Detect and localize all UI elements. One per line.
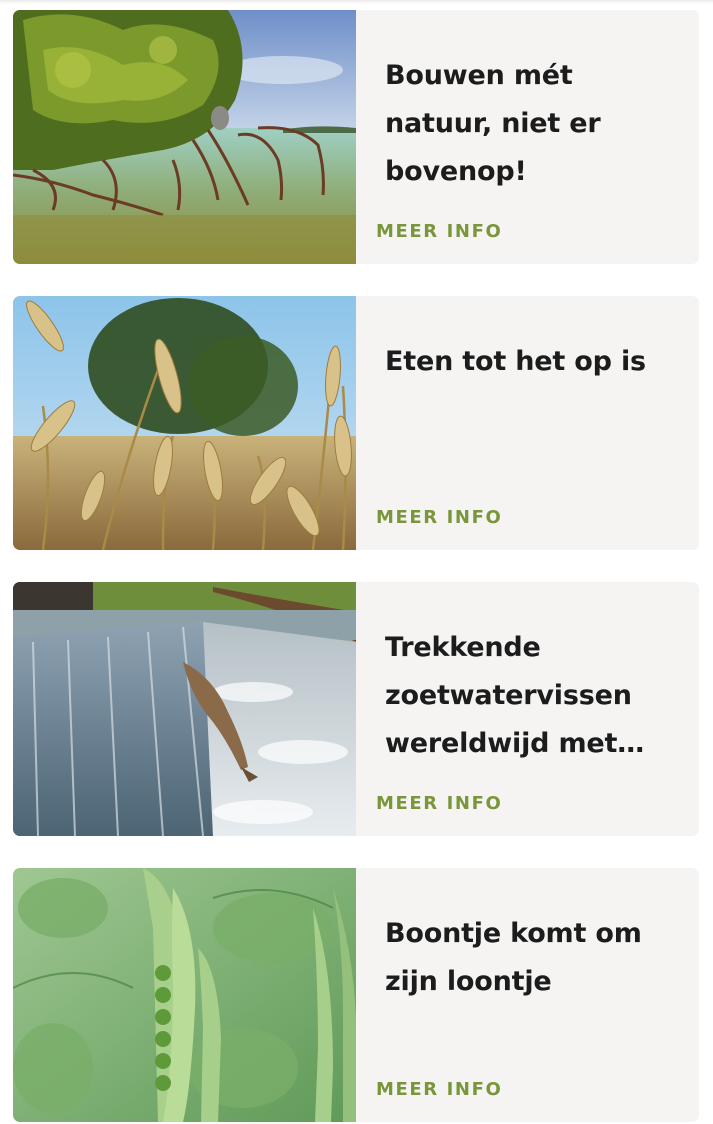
card-title[interactable]: Trekkende zoetwatervissen wereldwijd met… — [385, 624, 679, 768]
more-info-link[interactable]: MEER INFO — [376, 1079, 502, 1100]
more-info-link[interactable]: MEER INFO — [376, 507, 502, 528]
card-body: Eten tot het op is MEER INFO — [356, 296, 699, 550]
wheat-field-photo — [13, 296, 356, 550]
mangrove-coast-photo — [13, 10, 356, 264]
card-image-mangrove[interactable] — [13, 10, 356, 264]
card-image-salmon[interactable] — [13, 582, 356, 836]
more-info-link[interactable]: MEER INFO — [376, 793, 502, 814]
card-image-peas[interactable] — [13, 868, 356, 1122]
article-card[interactable]: Bouwen mét natuur, niet er bovenop! MEER… — [13, 10, 699, 264]
more-info-link[interactable]: MEER INFO — [376, 221, 502, 242]
top-shadow — [0, 0, 713, 4]
article-card[interactable]: Trekkende zoetwatervissen wereldwijd met… — [13, 582, 699, 836]
card-title[interactable]: Bouwen mét natuur, niet er bovenop! — [385, 52, 679, 196]
article-card[interactable]: Boontje komt om zijn loontje MEER INFO — [13, 868, 699, 1122]
article-card[interactable]: Eten tot het op is MEER INFO — [13, 296, 699, 550]
card-body: Boontje komt om zijn loontje MEER INFO — [356, 868, 699, 1122]
card-title[interactable]: Eten tot het op is — [385, 338, 679, 386]
card-title[interactable]: Boontje komt om zijn loontje — [385, 910, 679, 1006]
salmon-waterfall-photo — [13, 582, 356, 836]
card-body: Bouwen mét natuur, niet er bovenop! MEER… — [356, 10, 699, 264]
card-image-wheat[interactable] — [13, 296, 356, 550]
card-body: Trekkende zoetwatervissen wereldwijd met… — [356, 582, 699, 836]
pea-pods-photo — [13, 868, 356, 1122]
